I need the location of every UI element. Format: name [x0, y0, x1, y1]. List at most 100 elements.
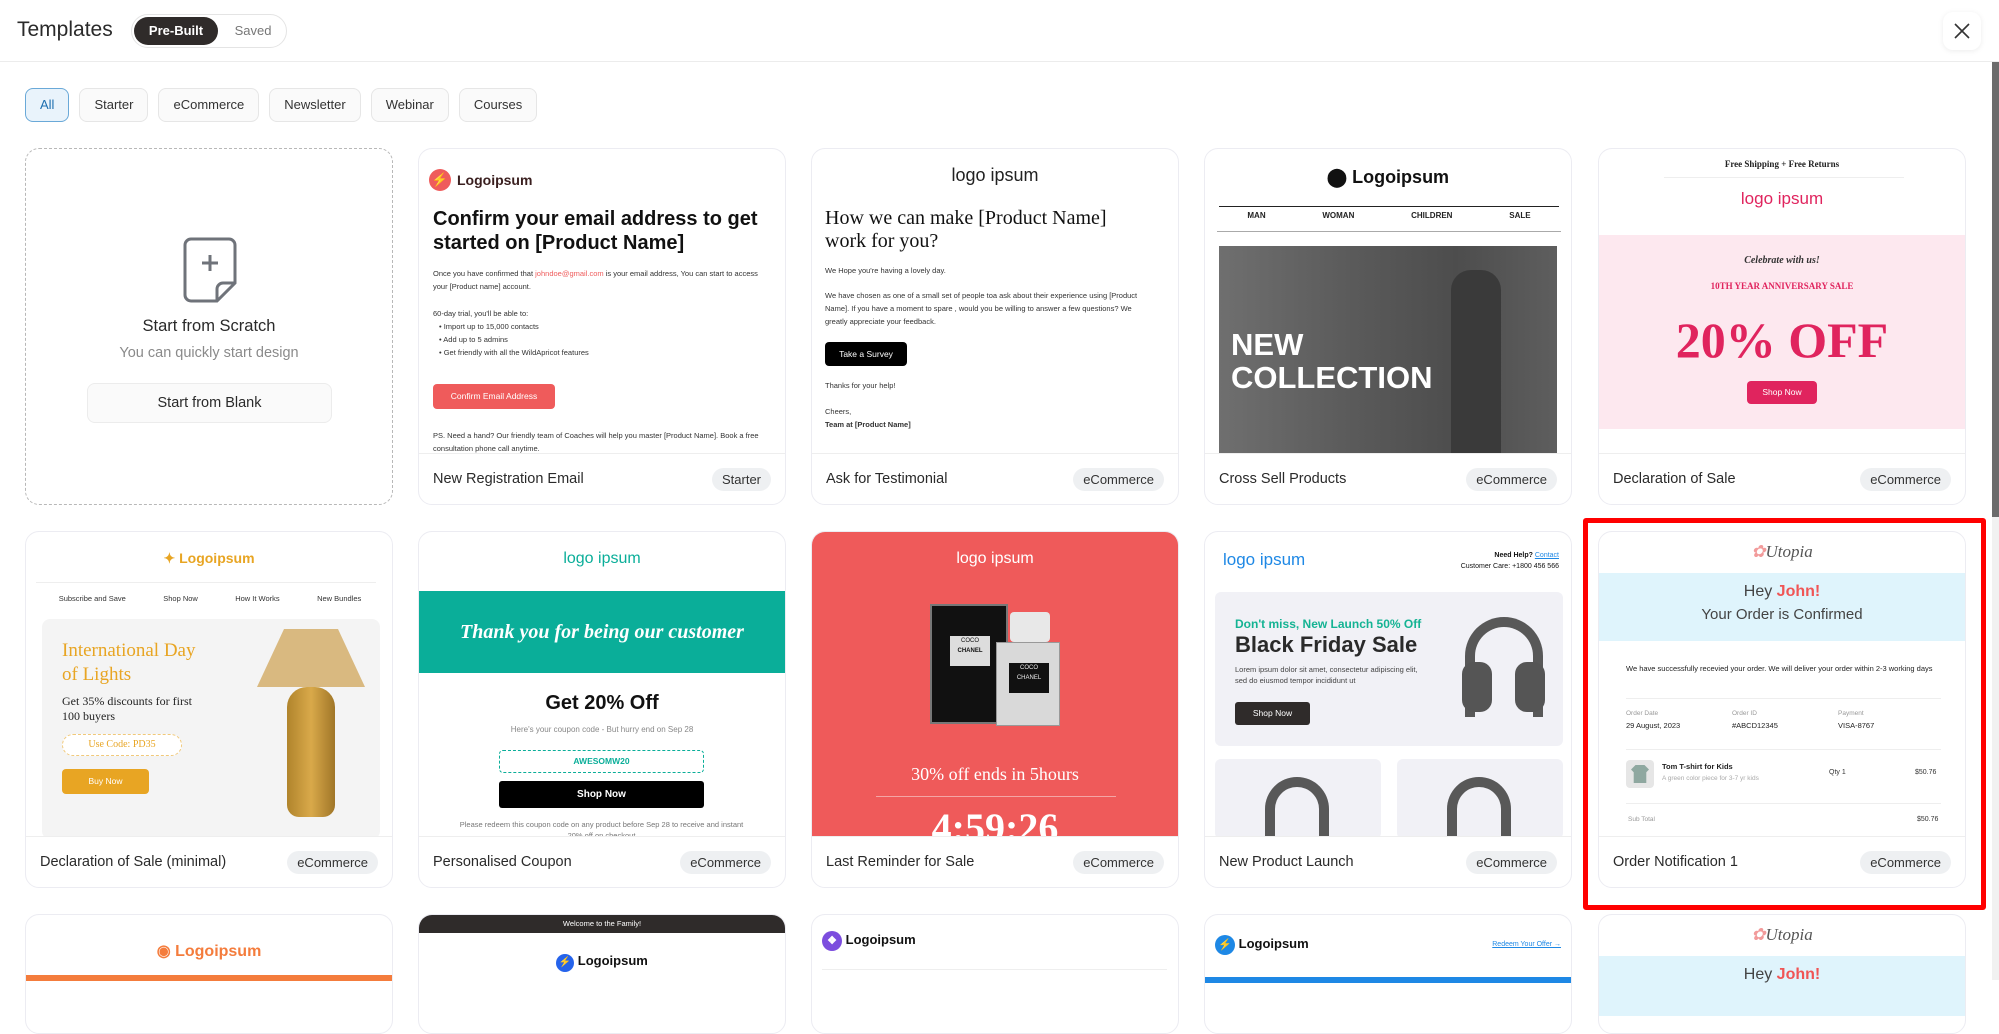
logo: ⚡ Logoipsum [1215, 935, 1309, 955]
preview-signoff: Cheers, [825, 407, 852, 416]
logo-text: Logoipsum [457, 172, 533, 188]
header: Templates Pre-Built Saved [0, 0, 1999, 62]
preview-cta-button: Confirm Email Address [433, 384, 555, 409]
template-card-personalised-coupon[interactable]: logo ipsum Thank you for being our custo… [418, 531, 786, 888]
start-from-blank-button[interactable]: Start from Blank [87, 383, 332, 423]
hero-image: NEW COLLECTION [1219, 246, 1557, 453]
logo: ⚡ Logoipsum [419, 953, 785, 972]
template-card-new-registration-email[interactable]: ⚡ Logoipsum Confirm your email address t… [418, 148, 786, 505]
template-source-toggle: Pre-Built Saved [131, 14, 287, 48]
template-name: Personalised Coupon [433, 854, 572, 870]
filter-starter[interactable]: Starter [79, 88, 149, 122]
template-card-partial[interactable]: ❖ Logoipsum [811, 914, 1179, 1034]
preview-body: We have chosen as one of a small set of … [825, 291, 1138, 326]
template-preview: logo ipsum COCO CHANEL COCO CHANEL 30% off… [812, 532, 1178, 837]
close-icon [1954, 23, 1970, 39]
logo: ✦ Logoipsum [163, 550, 255, 566]
template-card-partial[interactable]: Welcome to the Family! ⚡ Logoipsum [418, 914, 786, 1034]
preview-nav: MAN WOMAN CHILDREN SALE [1247, 211, 1531, 220]
template-card-partial[interactable]: ◉ Logoipsum [25, 914, 393, 1034]
template-card-declaration-of-sale-minimal[interactable]: ✦ Logoipsum Subscribe and Save Shop Now Ho… [25, 531, 393, 888]
file-plus-icon [183, 237, 237, 303]
logo: logo ipsum [956, 550, 1034, 567]
preview-nav: Subscribe and Save Shop Now How It Works Ne… [58, 594, 362, 603]
category-tag: eCommerce [680, 850, 771, 874]
template-card-declaration-of-sale[interactable]: Free Shipping + Free Returns logo ipsum … [1598, 148, 1966, 505]
card-footer: Order Notification 1 eCommerce [1599, 837, 1965, 887]
preview-footer: Please redeem this coupon code on any pr… [459, 820, 744, 837]
logo: logo ipsum [563, 550, 641, 567]
template-card-ask-for-testimonial[interactable]: logo ipsum How we can make [Product Name… [811, 148, 1179, 505]
preview-thanks: Thanks for your help! [825, 381, 896, 390]
preview-headline: Get 20% Off [545, 692, 659, 714]
preview-countdown: 4:59:26 [931, 805, 1059, 837]
preview-topbar: Welcome to the Family! [419, 915, 785, 933]
close-button[interactable] [1943, 12, 1981, 50]
template-preview: logo ipsum Thank you for being our custo… [419, 532, 785, 837]
template-name: Declaration of Sale (minimal) [40, 854, 227, 870]
category-tag: Starter [711, 467, 771, 491]
template-name: Ask for Testimonial [826, 471, 948, 487]
template-card-cross-sell-products[interactable]: ⬤ Logoipsum MAN WOMAN CHILDREN SALE NEW COLL… [1204, 148, 1572, 505]
template-card-partial[interactable]: ⚡ Logoipsum Redeem Your Offer → [1204, 914, 1572, 1034]
redeem-offer-link: Redeem Your Offer → [1492, 941, 1561, 948]
logo: logo ipsum [951, 165, 1039, 185]
lamp-image [257, 629, 365, 687]
filter-courses[interactable]: Courses [458, 88, 538, 122]
preview-cta-button: Shop Now [499, 781, 704, 808]
template-preview: logo ipsum How we can make [Product Name… [812, 149, 1178, 454]
scratch-subtitle: You can quickly start design [119, 345, 299, 361]
category-tag: eCommerce [1860, 467, 1951, 491]
category-filters: All Starter eCommerce Newsletter Webinar… [25, 88, 538, 122]
logo: ✿Utopia [1751, 925, 1813, 944]
bolt-logo-icon: ⚡ [429, 169, 451, 191]
card-footer: Declaration of Sale eCommerce [1599, 454, 1965, 504]
logo: logo ipsum [1223, 550, 1306, 569]
promo-banner: Celebrate with us! 10TH YEAR ANNIVERSARY… [1599, 235, 1965, 429]
filter-ecommerce[interactable]: eCommerce [158, 88, 260, 122]
card-footer: Ask for Testimonial eCommerce [812, 454, 1178, 504]
template-card-partial[interactable]: ✿Utopia Hey John! [1598, 914, 1966, 1034]
tab-pre-built[interactable]: Pre-Built [134, 17, 218, 45]
preview-ps: PS. Need a hand? Our friendly team of Co… [433, 431, 759, 453]
template-card-new-product-launch[interactable]: logo ipsum Need Help? Contact Customer C… [1204, 531, 1572, 888]
preview-headline: How we can make [Product Name] work for … [825, 207, 1107, 252]
filter-all[interactable]: All [25, 88, 70, 122]
template-name: Order Notification 1 [1613, 854, 1738, 870]
preview-body: Once you have confirmed that johndoe@gma… [433, 269, 758, 291]
template-preview: ✿Utopia Hey John! Your Order is Confirme… [1599, 532, 1965, 837]
card-footer: New Registration Email Starter [419, 454, 785, 504]
card-footer: Personalised Coupon eCommerce [419, 837, 785, 887]
template-preview: logo ipsum Need Help? Contact Customer C… [1205, 532, 1571, 837]
category-tag: eCommerce [1073, 467, 1164, 491]
preview-trial: 60-day trial, you'll be able to: [433, 309, 529, 318]
preview-help: Need Help? Contact Customer Care: +1800 … [1460, 552, 1559, 570]
template-name: New Product Launch [1219, 854, 1354, 870]
logo: logo ipsum [1740, 189, 1824, 208]
logo: ❖ Logoipsum [822, 931, 916, 951]
category-tag: eCommerce [287, 850, 378, 874]
filter-webinar[interactable]: Webinar [370, 88, 449, 122]
template-name: Last Reminder for Sale [826, 854, 975, 870]
logo: ◉ Logoipsum [156, 943, 262, 960]
category-tag: eCommerce [1466, 467, 1557, 491]
tab-saved[interactable]: Saved [222, 17, 284, 45]
template-preview: ⚡ Logoipsum Confirm your email address t… [419, 149, 785, 454]
preview-bullets: • Import up to 15,000 contacts • Add up … [439, 322, 589, 357]
filter-newsletter[interactable]: Newsletter [269, 88, 361, 122]
category-tag: eCommerce [1860, 850, 1951, 874]
template-name: Cross Sell Products [1219, 471, 1347, 487]
template-name: New Registration Email [433, 471, 584, 487]
category-tag: eCommerce [1466, 850, 1557, 874]
scrollbar[interactable] [1992, 62, 1999, 980]
template-card-last-reminder-for-sale[interactable]: logo ipsum COCO CHANEL COCO CHANEL 30% off… [811, 531, 1179, 888]
template-card-order-notification-1[interactable]: ✿Utopia Hey John! Your Order is Confirme… [1598, 531, 1966, 888]
preview-sub: Here's your coupon code - But hurry end … [510, 725, 694, 734]
preview-offer: 30% off ends in 5hours [911, 764, 1079, 784]
preview-greeting: We Hope you're having a lovely day. [825, 266, 946, 275]
scrollbar-thumb[interactable] [1992, 62, 1999, 517]
preview-banner: Thank you for being our customer [419, 591, 785, 673]
card-footer: Last Reminder for Sale eCommerce [812, 837, 1178, 887]
template-preview: ⬤ Logoipsum MAN WOMAN CHILDREN SALE NEW COLL… [1205, 149, 1571, 454]
page-title: Templates [17, 18, 113, 41]
